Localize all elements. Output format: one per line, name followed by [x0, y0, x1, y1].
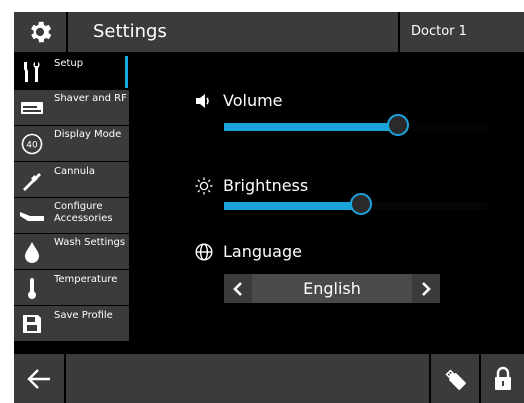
sun-icon	[195, 177, 213, 195]
user-profile-button[interactable]: Doctor 1	[400, 12, 524, 52]
sidebar-item-label: Setup	[54, 58, 84, 69]
usb-button[interactable]	[431, 354, 479, 403]
brightness-setting: Brightness	[195, 176, 308, 195]
brightness-slider[interactable]	[224, 193, 487, 215]
page-title: Settings	[68, 12, 398, 52]
sidebar-item-label: Shaver and RF	[54, 93, 127, 104]
sidebar-item-label: Save Profile	[54, 310, 113, 321]
lock-button[interactable]	[481, 354, 524, 403]
language-next-button[interactable]	[412, 274, 440, 303]
chevron-right-icon	[422, 281, 431, 296]
language-value: English	[252, 274, 412, 303]
back-button[interactable]	[14, 354, 64, 403]
sidebar-item-shaver-and-rf[interactable]: Shaver and RF	[14, 90, 129, 125]
gear-icon	[31, 21, 52, 43]
thermometer-icon	[17, 272, 47, 303]
chevron-left-icon	[233, 281, 242, 296]
sidebar: Setup Shaver and RF 40 Display Mode Cann…	[14, 54, 129, 342]
sidebar-item-cannula[interactable]: Cannula	[14, 162, 129, 197]
language-selector: English	[224, 274, 440, 303]
sidebar-item-temperature[interactable]: Temperature	[14, 270, 129, 305]
speaker-icon	[195, 92, 213, 110]
sidebar-item-label: Display Mode	[54, 129, 122, 140]
volume-setting: Volume	[195, 91, 283, 110]
sidebar-item-wash-settings[interactable]: Wash Settings	[14, 234, 129, 269]
globe-icon	[195, 242, 213, 261]
accessories-icon	[17, 200, 47, 231]
app-window: Settings Doctor 1 Setup Shaver and RF 40…	[14, 12, 524, 403]
sidebar-item-save-profile[interactable]: Save Profile	[14, 306, 129, 341]
volume-fill	[224, 123, 398, 131]
sidebar-item-setup[interactable]: Setup	[14, 54, 129, 89]
volume-slider[interactable]	[224, 114, 487, 136]
save-disk-icon	[17, 308, 47, 339]
language-prev-button[interactable]	[224, 274, 252, 303]
language-label: Language	[223, 242, 302, 261]
brightness-knob[interactable]	[350, 193, 372, 215]
volume-knob[interactable]	[387, 114, 409, 136]
brightness-fill	[224, 202, 361, 210]
back-arrow-icon	[27, 368, 50, 389]
sidebar-item-label: Cannula	[54, 166, 96, 177]
usb-drive-icon	[445, 368, 466, 390]
settings-panel: Volume Brightness Language English	[129, 52, 524, 353]
volume-label: Volume	[223, 91, 283, 110]
settings-gear-button[interactable]	[14, 12, 66, 52]
footer-bar	[66, 354, 429, 403]
display-mode-40-icon: 40	[17, 128, 47, 159]
sidebar-item-label: Temperature	[54, 274, 118, 285]
brightness-label: Brightness	[223, 176, 309, 195]
sidebar-item-label: Wash Settings	[54, 237, 126, 248]
tools-icon	[17, 56, 47, 87]
droplet-icon	[17, 236, 47, 267]
svg-text:40: 40	[26, 140, 38, 150]
shaver-device-icon	[17, 92, 47, 123]
sidebar-item-display-mode[interactable]: 40 Display Mode	[14, 126, 129, 161]
cannula-icon	[17, 164, 47, 195]
sidebar-item-configure-accessories[interactable]: Configure Accessories	[14, 198, 129, 233]
sidebar-item-label: Configure Accessories	[54, 201, 113, 224]
language-setting: Language	[195, 242, 302, 261]
active-indicator	[125, 56, 128, 88]
lock-icon	[494, 366, 511, 390]
